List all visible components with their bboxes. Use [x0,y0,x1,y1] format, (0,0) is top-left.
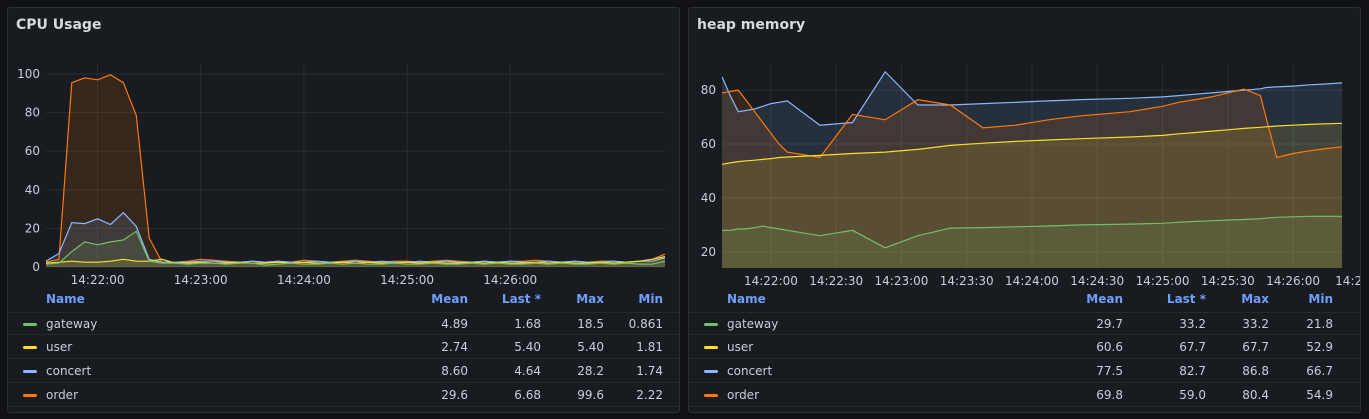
legend-mean: 77.5 [1096,364,1123,378]
heap-memory-chart[interactable]: 20 40 60 80 14:22:00 14:22:30 14:23:00 14:23:30… [689,8,1361,298]
legend-row-concert[interactable]: concert 77.5 82.7 86.8 66.7 [689,360,1360,383]
legend-max: 18.5 [577,317,604,331]
legend-col-min[interactable]: Min [1273,292,1333,306]
legend-col-last[interactable]: Last * [1146,292,1206,306]
legend-min: 1.81 [636,340,663,354]
series-color-swatch [23,370,37,373]
series-color-swatch [704,323,718,326]
legend-mean: 4.89 [441,317,468,331]
legend-col-max[interactable]: Max [1209,292,1269,306]
legend-col-name[interactable]: Name [46,292,85,306]
legend-last: 33.2 [1179,317,1206,331]
legend-name[interactable]: order [46,388,78,402]
x-tick-label: 14:26:3 [1335,274,1361,288]
y-tick-label: 100 [17,67,40,81]
y-tick-label: 20 [701,245,716,259]
legend-min: 1.74 [636,364,663,378]
legend-last: 67.7 [1179,340,1206,354]
legend-mean: 29.6 [441,388,468,402]
legend-last: 59.0 [1179,388,1206,402]
legend-max: 80.4 [1242,388,1269,402]
legend-col-min[interactable]: Min [603,292,663,306]
legend-row-concert[interactable]: concert 8.60 4.64 28.2 1.74 [8,360,679,383]
legend-max: 28.2 [577,364,604,378]
x-tick-label: 14:23:00 [875,274,929,288]
y-tick-label: 0 [32,260,40,274]
x-tick-label: 14:26:00 [1266,274,1320,288]
legend-min: 0.861 [628,317,663,331]
x-tick-label: 14:22:30 [809,274,863,288]
legend-min: 2.22 [636,388,663,402]
legend-mean: 60.6 [1096,340,1123,354]
legend-mean: 8.60 [441,364,468,378]
legend-mean: 69.8 [1096,388,1123,402]
legend-name[interactable]: gateway [46,317,97,331]
legend-row-gateway[interactable]: gateway 4.89 1.68 18.5 0.861 [8,312,679,335]
legend-name[interactable]: order [727,388,759,402]
y-tick-label: 40 [701,191,716,205]
legend-min: 21.8 [1306,317,1333,331]
legend-header-row: Name Mean Last * Max Min [689,288,1360,311]
legend-last: 82.7 [1179,364,1206,378]
x-tick-label: 14:24:00 [1005,274,1059,288]
legend-min: 54.9 [1306,388,1333,402]
legend-max: 99.6 [577,388,604,402]
series-color-swatch [704,346,718,349]
series-color-swatch [704,394,718,397]
x-tick-label: 14:25:00 [380,273,434,287]
legend-max: 67.7 [1242,340,1269,354]
y-tick-label: 20 [25,221,40,235]
legend-max: 33.2 [1242,317,1269,331]
series-color-swatch [704,370,718,373]
legend-mean: 2.74 [441,340,468,354]
legend-col-mean[interactable]: Mean [408,292,468,306]
legend-row-user[interactable]: user 2.74 5.40 5.40 1.81 [8,336,679,359]
legend-name[interactable]: gateway [727,317,778,331]
legend-col-name[interactable]: Name [727,292,766,306]
legend-row-gateway[interactable]: gateway 29.7 33.2 33.2 21.8 [689,312,1360,335]
series-color-swatch [23,346,37,349]
legend-row-order[interactable]: order 69.8 59.0 80.4 54.9 [689,384,1360,407]
x-tick-label: 14:22:00 [744,274,798,288]
cpu-usage-panel: CPU Usage 0 20 40 60 80 100 14:22:00 14:23:00 14… [7,7,680,413]
x-tick-label: 14:26:00 [483,273,537,287]
legend-name[interactable]: concert [46,364,91,378]
x-tick-label: 14:24:30 [1070,274,1124,288]
legend-min: 66.7 [1306,364,1333,378]
legend-header-row: Name Mean Last * Max Min [8,288,679,311]
x-tick-label: 14:25:30 [1201,274,1255,288]
legend-max: 86.8 [1242,364,1269,378]
legend-last: 6.68 [514,388,541,402]
cpu-usage-chart[interactable]: 0 20 40 60 80 100 14:22:00 14:23:00 14:24:00 14:2… [8,8,680,298]
y-tick-label: 60 [25,144,40,158]
legend-col-max[interactable]: Max [544,292,604,306]
legend-name[interactable]: user [46,340,72,354]
x-tick-label: 14:25:00 [1136,274,1190,288]
series-color-swatch [23,394,37,397]
legend-min: 52.9 [1306,340,1333,354]
legend-row-order[interactable]: order 29.6 6.68 99.6 2.22 [8,384,679,407]
x-tick-label: 14:22:00 [71,273,125,287]
legend-name[interactable]: user [727,340,753,354]
x-tick-label: 14:23:00 [174,273,228,287]
legend-last: 5.40 [514,340,541,354]
legend-col-last[interactable]: Last * [481,292,541,306]
legend-max: 5.40 [577,340,604,354]
legend-mean: 29.7 [1096,317,1123,331]
legend-row-user[interactable]: user 60.6 67.7 67.7 52.9 [689,336,1360,359]
heap-memory-panel: heap memory 20 40 60 80 14:22:00 14:22:30 14:2… [688,7,1361,413]
y-tick-label: 80 [25,106,40,120]
x-tick-label: 14:23:30 [940,274,994,288]
series-color-swatch [23,323,37,326]
x-tick-label: 14:24:00 [277,273,331,287]
y-tick-label: 40 [25,183,40,197]
y-tick-label: 60 [701,137,716,151]
legend-last: 4.64 [514,364,541,378]
legend-last: 1.68 [514,317,541,331]
legend-name[interactable]: concert [727,364,772,378]
y-tick-label: 80 [701,83,716,97]
legend-col-mean[interactable]: Mean [1063,292,1123,306]
